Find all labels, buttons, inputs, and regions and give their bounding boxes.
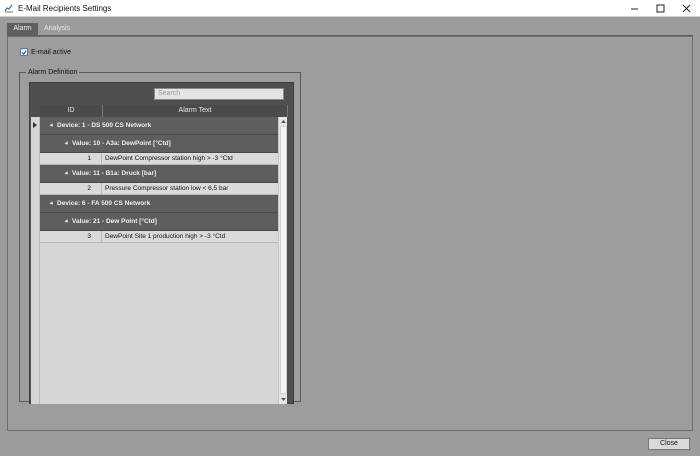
collapse-arrow-icon[interactable]: [49, 200, 55, 206]
table-row[interactable]: 2 Pressure Compressor station low < 6,5 …: [40, 183, 278, 195]
alarm-definition-title: Alarm Definition: [26, 68, 80, 77]
collapse-arrow-icon[interactable]: [64, 170, 70, 176]
close-icon: [682, 4, 690, 13]
scroll-down-icon[interactable]: [280, 396, 287, 403]
group-row-value[interactable]: Value: 11 - B1a: Druck [bar]: [40, 165, 278, 183]
value-label: Value: 21 - Dew Point [°Ctd]: [72, 218, 157, 225]
maximize-button[interactable]: [646, 0, 674, 17]
column-header-alarm-text[interactable]: Alarm Text: [103, 105, 288, 117]
cell-alarm-text: DewPoint Site 1 production high > -3 °Ct…: [105, 233, 226, 240]
cell-alarm-text: Pressure Compressor station low < 6,5 ba…: [105, 185, 229, 192]
window-close-button[interactable]: [672, 0, 700, 17]
app-icon: [4, 3, 14, 13]
group-row-device[interactable]: Device: 6 - FA 500 CS Network: [40, 195, 278, 213]
cell-id: 3: [40, 231, 102, 242]
tab-alarm[interactable]: Alarm: [7, 23, 38, 35]
cell-id: 2: [40, 183, 102, 194]
title-bar: E-Mail Recipients Settings: [0, 0, 700, 17]
checkbox-box[interactable]: [20, 48, 28, 56]
device-label: Device: 1 - DS 500 CS Network: [57, 122, 152, 129]
vertical-scrollbar[interactable]: [278, 117, 287, 404]
device-label: Device: 6 - FA 500 CS Network: [57, 200, 151, 207]
row-selector-column: [31, 117, 40, 404]
alarm-grid: Search ID Alarm Text Device: 1 - DS 500 …: [29, 82, 294, 404]
table-row[interactable]: 3 DewPoint Site 1 production high > -3 °…: [40, 231, 278, 243]
group-row-device[interactable]: Device: 1 - DS 500 CS Network: [40, 117, 278, 135]
collapse-arrow-icon[interactable]: [64, 140, 70, 146]
collapse-arrow-icon[interactable]: [64, 218, 70, 224]
current-row-arrow-icon: [33, 122, 37, 128]
value-label: Value: 11 - B1a: Druck [bar]: [72, 170, 157, 177]
main-area: Alarm Analysis E-mail active Alarm Defin…: [0, 17, 700, 456]
scrollbar-thumb[interactable]: [280, 126, 287, 394]
group-row-value[interactable]: Value: 21 - Dew Point [°Ctd]: [40, 213, 278, 231]
scroll-up-icon[interactable]: [280, 118, 287, 125]
window-title: E-Mail Recipients Settings: [18, 4, 112, 13]
column-header-id[interactable]: ID: [40, 105, 103, 117]
alarm-definition-group: Alarm Definition Search ID Alarm Text De…: [19, 68, 301, 404]
close-button[interactable]: Close: [648, 438, 690, 450]
minimize-button[interactable]: [620, 0, 648, 17]
maximize-icon: [656, 4, 664, 13]
minimize-icon: [630, 8, 638, 10]
value-label: Value: 10 - A3a: DewPoint [°Ctd]: [72, 140, 171, 147]
email-active-label: E-mail active: [31, 48, 72, 56]
tab-analysis[interactable]: Analysis: [40, 23, 73, 35]
alarm-tab-panel: E-mail active Alarm Definition Search ID…: [7, 36, 693, 431]
checkmark-icon: [21, 50, 27, 55]
grid-body: Device: 1 - DS 500 CS Network Value: 10 …: [31, 117, 287, 404]
collapse-arrow-icon[interactable]: [49, 122, 55, 128]
table-row[interactable]: 1 DewPoint Compressor station high > -3 …: [40, 153, 278, 165]
cell-alarm-text: DewPoint Compressor station high > -3 °C…: [105, 155, 233, 162]
cell-id: 1: [40, 153, 102, 164]
email-active-checkbox[interactable]: E-mail active: [20, 47, 71, 57]
search-input[interactable]: Search: [154, 88, 284, 100]
group-row-value[interactable]: Value: 10 - A3a: DewPoint [°Ctd]: [40, 135, 278, 153]
grid-header: ID Alarm Text: [40, 105, 288, 117]
